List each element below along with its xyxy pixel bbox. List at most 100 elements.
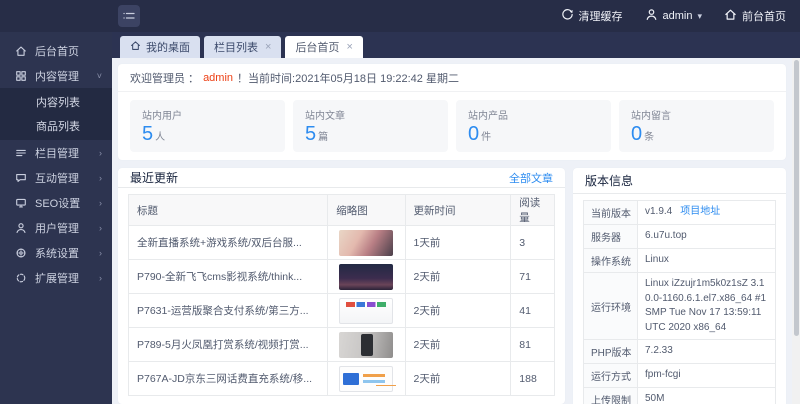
version-row: 服务器 6.u7u.top [584, 225, 776, 249]
sidebar-toggle-button[interactable] [118, 5, 140, 27]
monitor-icon [14, 196, 27, 209]
sidebar-item-extension-mgmt[interactable]: 扩展管理 › [0, 265, 112, 290]
update-time: 2天前 [405, 294, 511, 328]
stat-card-users: 站内用户 5人 [130, 100, 285, 152]
article-title: P790-全新飞飞cms影视系统/think... [129, 260, 328, 294]
version-value: 50M [638, 388, 776, 404]
admin-dashboard: 清理缓存 admin ▾ 前台首页 后台首页 [0, 0, 800, 404]
vertical-scrollbar [792, 58, 800, 404]
admin-name: admin [203, 72, 233, 84]
chevron-right-icon: › [99, 148, 102, 158]
view-count: 71 [511, 260, 555, 294]
view-count: 81 [511, 328, 555, 362]
recent-updates-panel: 最近更新 全部文章 标题 缩略图 更新时间 阅读量 [118, 168, 565, 404]
table-row[interactable]: P7631-运营版聚合支付系统/第三方... 2天前 41 [129, 294, 555, 328]
version-row: PHP版本 7.2.33 [584, 340, 776, 364]
close-icon[interactable]: × [346, 41, 352, 53]
clear-cache-button[interactable]: 清理缓存 [561, 8, 623, 24]
scrollbar-thumb[interactable] [794, 60, 799, 336]
user-menu[interactable]: admin ▾ [645, 8, 703, 24]
sidebar-item-column-mgmt[interactable]: 栏目管理 › [0, 140, 112, 165]
version-value: v1.9.4 [645, 206, 672, 217]
stat-value: 0件 [468, 122, 599, 146]
sidebar-item-user-mgmt[interactable]: 用户管理 › [0, 215, 112, 240]
table-row[interactable]: P790-全新飞飞cms影视系统/think... 2天前 71 [129, 260, 555, 294]
tab-backend-home[interactable]: 后台首页 × [285, 36, 362, 58]
panel-title: 版本信息 [585, 172, 633, 189]
chevron-right-icon: › [99, 248, 102, 258]
thumbnail-image [339, 332, 393, 358]
front-home-button[interactable]: 前台首页 [724, 8, 786, 24]
circle-icon [14, 271, 27, 284]
stat-card-articles: 站内文章 5篇 [293, 100, 448, 152]
version-row: 操作系统 Linux [584, 249, 776, 273]
sidebar-item-dashboard[interactable]: 后台首页 [0, 38, 112, 63]
version-info-table: 当前版本 v1.9.4项目地址 服务器 6.u7u.top 操作系统 Linux [583, 200, 776, 404]
tab-my-desktop[interactable]: 我的桌面 [120, 36, 200, 58]
list-icon [14, 146, 27, 159]
home-icon [130, 40, 141, 54]
grid-icon [14, 69, 27, 82]
chat-icon [14, 171, 27, 184]
thumbnail-image [339, 264, 393, 290]
view-count: 188 [511, 362, 555, 396]
stats-row: 站内用户 5人 站内文章 5篇 站内产品 0件 站内留言 0条 [118, 92, 786, 160]
thumbnail-image [339, 230, 393, 256]
article-title: 全新直播系统+游戏系统/双后台服... [129, 226, 328, 260]
panel-title: 最近更新 [130, 169, 178, 186]
front-home-label: 前台首页 [742, 8, 786, 24]
all-articles-link[interactable]: 全部文章 [509, 170, 553, 186]
tabbar: 我的桌面 栏目列表 × 后台首页 × [112, 32, 800, 58]
clear-cache-label: 清理缓存 [579, 8, 623, 24]
sidebar-item-system-settings[interactable]: 系统设置 › [0, 240, 112, 265]
hamburger-icon [123, 11, 135, 21]
stat-value: 5篇 [305, 122, 436, 146]
update-time: 2天前 [405, 260, 511, 294]
topbar: 清理缓存 admin ▾ 前台首页 [0, 0, 800, 32]
view-count: 41 [511, 294, 555, 328]
thumbnail-image [339, 298, 393, 324]
sidebar-submenu: 内容列表 商品列表 [0, 88, 112, 140]
sidebar-item-content-mgmt[interactable]: 内容管理 ˅ [0, 63, 112, 88]
stat-card-products: 站内产品 0件 [456, 100, 611, 152]
version-row: 运行方式 fpm-fcgi [584, 364, 776, 388]
gear-icon [14, 246, 27, 259]
sidebar-item-interaction-mgmt[interactable]: 互动管理 › [0, 165, 112, 190]
home-icon [14, 44, 27, 57]
main-content: 欢迎管理员 ： admin ！当前时间:2021年05月18日 19:22:42… [112, 58, 800, 404]
chevron-right-icon: › [99, 223, 102, 233]
username: admin [663, 10, 693, 22]
thumbnail-image [339, 366, 393, 392]
chevron-right-icon: › [99, 273, 102, 283]
article-title: P767A-JD京东三网话费直充系统/移... [129, 362, 328, 396]
sidebar: 后台首页 内容管理 ˅ 内容列表 商品列表 栏目管理 › [0, 32, 112, 404]
topbar-actions: 清理缓存 admin ▾ 前台首页 [561, 8, 800, 24]
tab-column-list[interactable]: 栏目列表 × [204, 36, 281, 58]
table-row[interactable]: P789-5月火凤凰打赏系统/视频打赏... 2天前 81 [129, 328, 555, 362]
user-icon [645, 8, 658, 24]
version-row: 上传限制 50M [584, 388, 776, 404]
user-icon [14, 221, 27, 234]
chevron-down-icon: ▾ [697, 11, 702, 22]
home-icon [724, 8, 737, 24]
stat-value: 0条 [631, 122, 762, 146]
chevron-right-icon: › [99, 198, 102, 208]
table-header-row: 标题 缩略图 更新时间 阅读量 [129, 195, 555, 226]
close-icon[interactable]: × [265, 41, 271, 53]
table-row[interactable]: P767A-JD京东三网话费直充系统/移... 2天前 188 [129, 362, 555, 396]
recent-updates-table: 标题 缩略图 更新时间 阅读量 全新直播系统+游戏系统/双后台服... 1天前 [128, 194, 555, 396]
article-title: P7631-运营版聚合支付系统/第三方... [129, 294, 328, 328]
sidebar-item-seo-settings[interactable]: SEO设置 › [0, 190, 112, 215]
chevron-down-icon: ˅ [97, 71, 102, 81]
version-row: 当前版本 v1.9.4项目地址 [584, 201, 776, 225]
project-link[interactable]: 项目地址 [680, 206, 720, 217]
version-value: 7.2.33 [638, 340, 776, 364]
stat-card-messages: 站内留言 0条 [619, 100, 774, 152]
version-value: 6.u7u.top [638, 225, 776, 249]
sidebar-item-content-list[interactable]: 内容列表 [0, 90, 112, 114]
view-count: 3 [511, 226, 555, 260]
table-row[interactable]: 全新直播系统+游戏系统/双后台服... 1天前 3 [129, 226, 555, 260]
version-value: fpm-fcgi [638, 364, 776, 388]
version-row: 运行环境 Linux iZzujr1m5k0z1sZ 3.10.0-1160.6… [584, 273, 776, 340]
sidebar-item-product-list[interactable]: 商品列表 [0, 114, 112, 138]
